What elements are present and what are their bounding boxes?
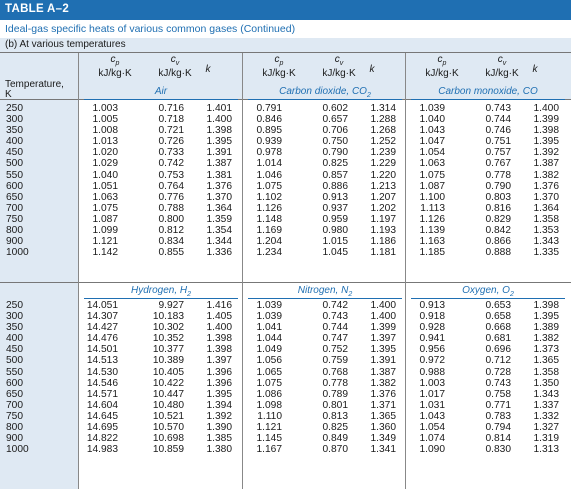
gas-underline [411,298,565,299]
column-cv: 0.653 0.658 0.668 0.681 0.696 0.712 0.72… [485,300,512,456]
header-symbol-cv: cv [334,54,344,68]
header-k: k [525,55,545,75]
gas-name-subscript: 2 [348,291,353,298]
temperature-unit: K [5,89,12,100]
header-cp: cp kJ/kg·K [256,55,302,79]
header-symbol-cp: cp [274,54,284,68]
gas-name: Oxygen, O2 [462,285,514,298]
column-cp: 0.791 0.846 0.895 0.939 0.978 1.014 1.04… [256,103,283,259]
header-symbol-k: k [532,64,538,75]
header-symbol-subscript: v [502,60,507,67]
column-cp: 1.003 1.005 1.008 1.013 1.020 1.029 1.04… [92,103,119,259]
gas-name-subscript: 2 [366,92,371,99]
header-symbol-subscript: p [115,60,120,67]
gas-underline [411,99,565,100]
header-symbol-subscript: p [442,60,447,67]
header-cv: cv kJ/kg·K [316,55,362,79]
temperature-values: 250 300 350 400 450 500 550 600 650 700 … [6,103,29,259]
column-k: 1.400 1.400 1.399 1.397 1.395 1.391 1.38… [370,300,397,456]
header-symbol-cv: cv [170,54,180,68]
column-cp: 1.039 1.039 1.041 1.044 1.049 1.056 1.06… [256,300,283,456]
header-cp: cp kJ/kg·K [92,55,138,79]
gas-name-subscript: 2 [509,291,514,298]
table-caption: Ideal-gas specific heats of various comm… [5,23,296,35]
column-cp: 14.051 14.307 14.427 14.476 14.501 14.51… [86,300,118,456]
header-cv: cv kJ/kg·K [479,55,525,79]
header-symbol-subscript: p [279,60,284,67]
gas-underline [84,99,238,100]
column-cv: 0.742 0.743 0.744 0.747 0.752 0.759 0.76… [322,300,349,456]
header-k: k [362,55,382,75]
gas-name-subscript: 2 [187,291,192,298]
header-unit: kJ/kg·K [322,68,356,79]
temperature-values: 250 300 350 400 450 500 550 600 650 700 … [6,300,29,456]
header-symbol-subscript: v [175,60,180,67]
column-k: 1.314 1.288 1.268 1.252 1.239 1.229 1.22… [370,103,397,259]
section-divider-rule [0,282,571,283]
header-symbol-cp: cp [437,54,447,68]
column-divider [242,53,243,489]
header-k: k [198,55,218,75]
header-symbol-k: k [205,64,211,75]
header-symbol-cv: cv [497,54,507,68]
gas-underline [248,298,402,299]
table-title: TABLE A–2 [5,3,70,15]
header-unit: kJ/kg·K [98,68,132,79]
column-cv: 0.743 0.744 0.746 0.751 0.757 0.767 0.77… [485,103,512,259]
column-cv: 0.716 0.718 0.721 0.726 0.733 0.742 0.75… [158,103,185,259]
column-k: 1.400 1.399 1.398 1.395 1.392 1.387 1.38… [533,103,560,259]
header-cv: cv kJ/kg·K [152,55,198,79]
gas-underline [84,298,238,299]
column-k: 1.398 1.395 1.389 1.382 1.373 1.365 1.35… [533,300,560,456]
column-divider [78,53,79,489]
gas-name: Air [154,86,168,97]
column-k: 1.401 1.400 1.398 1.395 1.391 1.387 1.38… [206,103,233,259]
column-cp: 1.039 1.040 1.043 1.047 1.054 1.063 1.07… [419,103,446,259]
temperature-label: Temperature, [5,79,64,90]
temperature-header: Temperature, K [5,80,64,100]
header-cp: cp kJ/kg·K [419,55,465,79]
column-cv: 0.602 0.657 0.706 0.750 0.790 0.825 0.85… [322,103,349,259]
header-symbol-cp: cp [110,54,120,68]
header-symbol-subscript: v [339,60,344,67]
subcaption-band: (b) At various temperatures [0,38,571,52]
gas-name: Hydrogen, H2 [130,285,192,298]
table-subcaption: (b) At various temperatures [5,39,126,50]
header-symbol-k: k [369,64,375,75]
header-unit: kJ/kg·K [485,68,519,79]
header-unit: kJ/kg·K [158,68,192,79]
gas-underline [248,99,402,100]
header-top-rule [0,52,571,53]
gas-name: Carbon dioxide, CO2 [279,86,371,99]
column-cp: 0.913 0.918 0.928 0.941 0.956 0.972 0.98… [419,300,446,456]
column-cv: 9.927 10.183 10.302 10.352 10.377 10.389… [152,300,184,456]
gas-name: Nitrogen, N2 [297,285,353,298]
column-divider [405,53,406,489]
column-k: 1.416 1.405 1.400 1.398 1.398 1.397 1.39… [206,300,233,456]
table-title-bar: TABLE A–2 [0,0,571,20]
header-unit: kJ/kg·K [262,68,296,79]
gas-name: Carbon monoxide, CO [438,86,538,97]
header-unit: kJ/kg·K [425,68,459,79]
